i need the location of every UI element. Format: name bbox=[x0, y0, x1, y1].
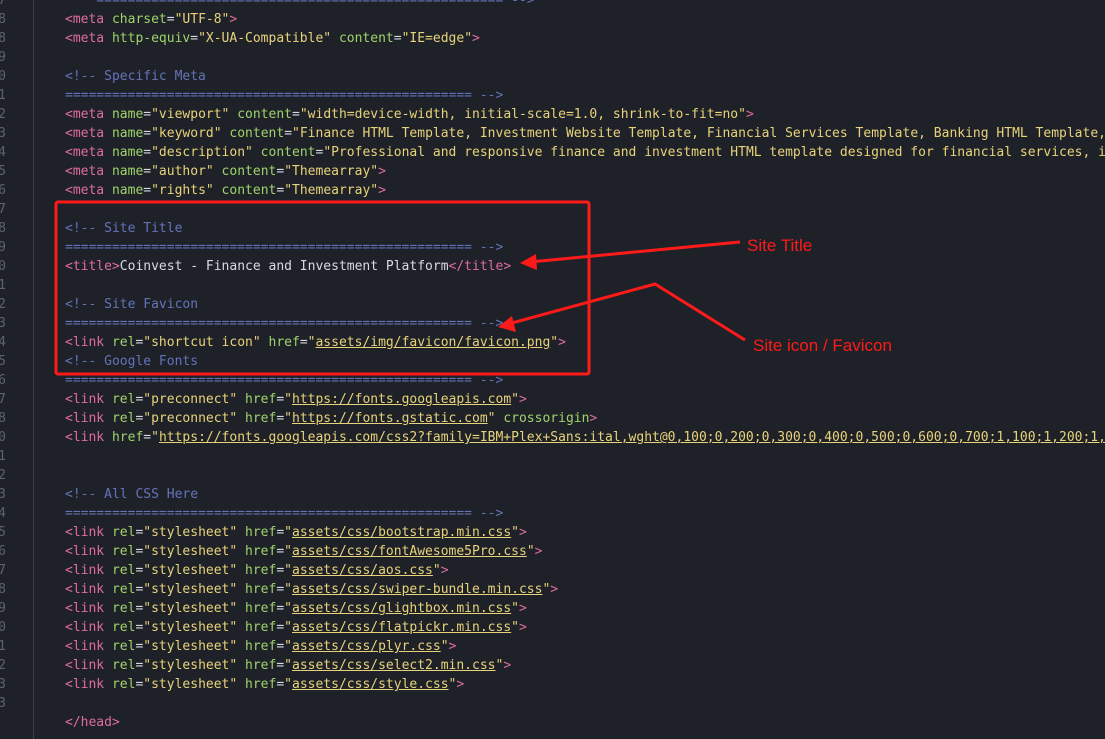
arrow-title-line bbox=[529, 240, 741, 264]
site-title-annotation: Site Title bbox=[747, 236, 813, 255]
annotation-overlay bbox=[54, 200, 746, 376]
arrow-favicon-line bbox=[507, 282, 746, 342]
arrow-favicon-head bbox=[498, 316, 516, 332]
arrow-title-head bbox=[520, 254, 537, 270]
highlight-box bbox=[54, 200, 591, 376]
site-icon-annotation: Site icon / Favicon bbox=[753, 336, 892, 355]
